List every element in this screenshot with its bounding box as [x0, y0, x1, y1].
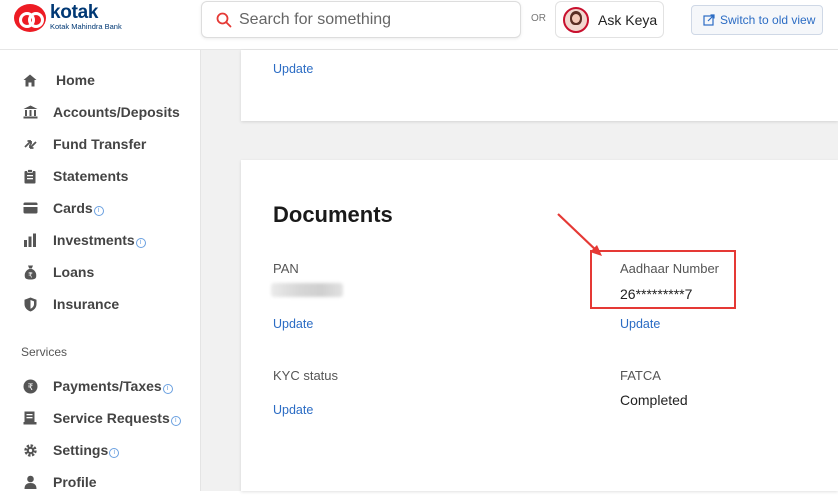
services-section-label: Services	[21, 345, 68, 359]
sidebar-item-settings[interactable]: Settings i	[0, 436, 200, 464]
kotak-logo-icon	[14, 4, 46, 32]
search-input[interactable]	[239, 10, 499, 29]
kotak-logo[interactable]: kotak Kotak Mahindra Bank	[14, 3, 122, 32]
user-icon	[22, 474, 38, 490]
sidebar-item-label: Payments/Taxes i	[53, 378, 173, 394]
aadhaar-highlight-box	[590, 250, 736, 309]
pan-label: PAN	[273, 261, 299, 276]
logo-name: kotak	[50, 2, 99, 23]
gear-icon	[22, 442, 38, 458]
fatca-label: FATCA	[620, 368, 661, 383]
main-content: Update Documents PAN Update Aadhaar Numb…	[201, 50, 838, 491]
search-icon	[216, 12, 232, 27]
sidebar-item-label: Cards i	[53, 200, 104, 216]
sidebar-item-loans[interactable]: ₹ Loans	[0, 258, 200, 286]
transfer-icon	[22, 136, 38, 152]
ticket-icon	[22, 410, 38, 426]
shield-icon	[22, 296, 38, 312]
info-icon[interactable]: i	[170, 416, 181, 426]
search-box[interactable]	[201, 1, 521, 38]
sidebar-item-label: Service Requests i	[53, 410, 181, 426]
sidebar-item-label: Loans	[53, 264, 95, 280]
sidebar-item-label: Insurance	[53, 296, 120, 312]
pan-update-link[interactable]: Update	[273, 317, 313, 331]
sidebar-item-payments-taxes[interactable]: ₹ Payments/Taxes i	[0, 372, 200, 400]
svg-text:₹: ₹	[28, 271, 33, 279]
or-separator: OR	[531, 13, 546, 24]
sidebar: Home Accounts/Deposits Fund Transfer Sta…	[0, 50, 201, 491]
bar-chart-icon	[22, 232, 38, 248]
sidebar-item-statements[interactable]: Statements	[0, 162, 200, 190]
switch-old-view-button[interactable]: Switch to old view	[691, 5, 823, 35]
info-icon[interactable]: i	[93, 206, 104, 216]
documents-title: Documents	[273, 202, 393, 227]
sidebar-item-fund-transfer[interactable]: Fund Transfer	[0, 130, 200, 158]
rupee-icon: ₹	[22, 378, 38, 394]
sidebar-item-accounts-deposits[interactable]: Accounts/Deposits	[0, 98, 200, 126]
sidebar-item-label: Investments i	[53, 232, 146, 248]
pan-value-redacted	[271, 283, 343, 297]
sidebar-item-home[interactable]: Home	[0, 66, 200, 94]
logo-subtitle: Kotak Mahindra Bank	[50, 22, 122, 31]
kyc-update-link[interactable]: Update	[273, 403, 313, 417]
sidebar-item-label: Statements	[53, 168, 129, 184]
sidebar-item-insurance[interactable]: Insurance	[0, 290, 200, 318]
aadhaar-update-link[interactable]: Update	[620, 317, 660, 331]
profile-details-card: Update	[241, 50, 838, 121]
info-icon[interactable]: i	[162, 384, 173, 394]
sidebar-item-label: Accounts/Deposits	[53, 104, 180, 120]
keya-avatar	[563, 6, 589, 33]
kyc-status-label: KYC status	[273, 368, 339, 383]
sidebar-item-label: Fund Transfer	[53, 136, 147, 152]
fatca-value: Completed	[620, 392, 688, 408]
sidebar-item-investments[interactable]: Investments i	[0, 226, 200, 254]
info-icon[interactable]: i	[135, 238, 146, 248]
update-link[interactable]: Update	[273, 62, 313, 76]
sidebar-item-label: Home	[56, 72, 95, 88]
home-icon	[22, 72, 38, 88]
switch-old-view-label: Switch to old view	[720, 13, 816, 27]
card-icon	[22, 200, 38, 216]
sidebar-item-service-requests[interactable]: Service Requests i	[0, 404, 200, 432]
sidebar-item-label: Settings i	[53, 442, 120, 458]
svg-text:₹: ₹	[27, 383, 33, 393]
ask-keya-label: Ask Keya	[598, 11, 658, 28]
ask-keya-button[interactable]: Ask Keya	[555, 1, 664, 38]
sidebar-item-cards[interactable]: Cards i	[0, 194, 200, 222]
sidebar-item-profile[interactable]: Profile	[0, 468, 200, 496]
external-link-icon	[703, 14, 715, 26]
top-header: kotak Kotak Mahindra Bank OR Ask Keya Sw…	[0, 0, 838, 50]
bank-icon	[22, 104, 38, 120]
money-bag-icon: ₹	[22, 264, 38, 280]
sidebar-item-label: Profile	[53, 474, 97, 490]
clipboard-icon	[22, 168, 38, 184]
info-icon[interactable]: i	[109, 448, 120, 458]
documents-card: Documents PAN Update Aadhaar Number 26**…	[241, 160, 838, 491]
